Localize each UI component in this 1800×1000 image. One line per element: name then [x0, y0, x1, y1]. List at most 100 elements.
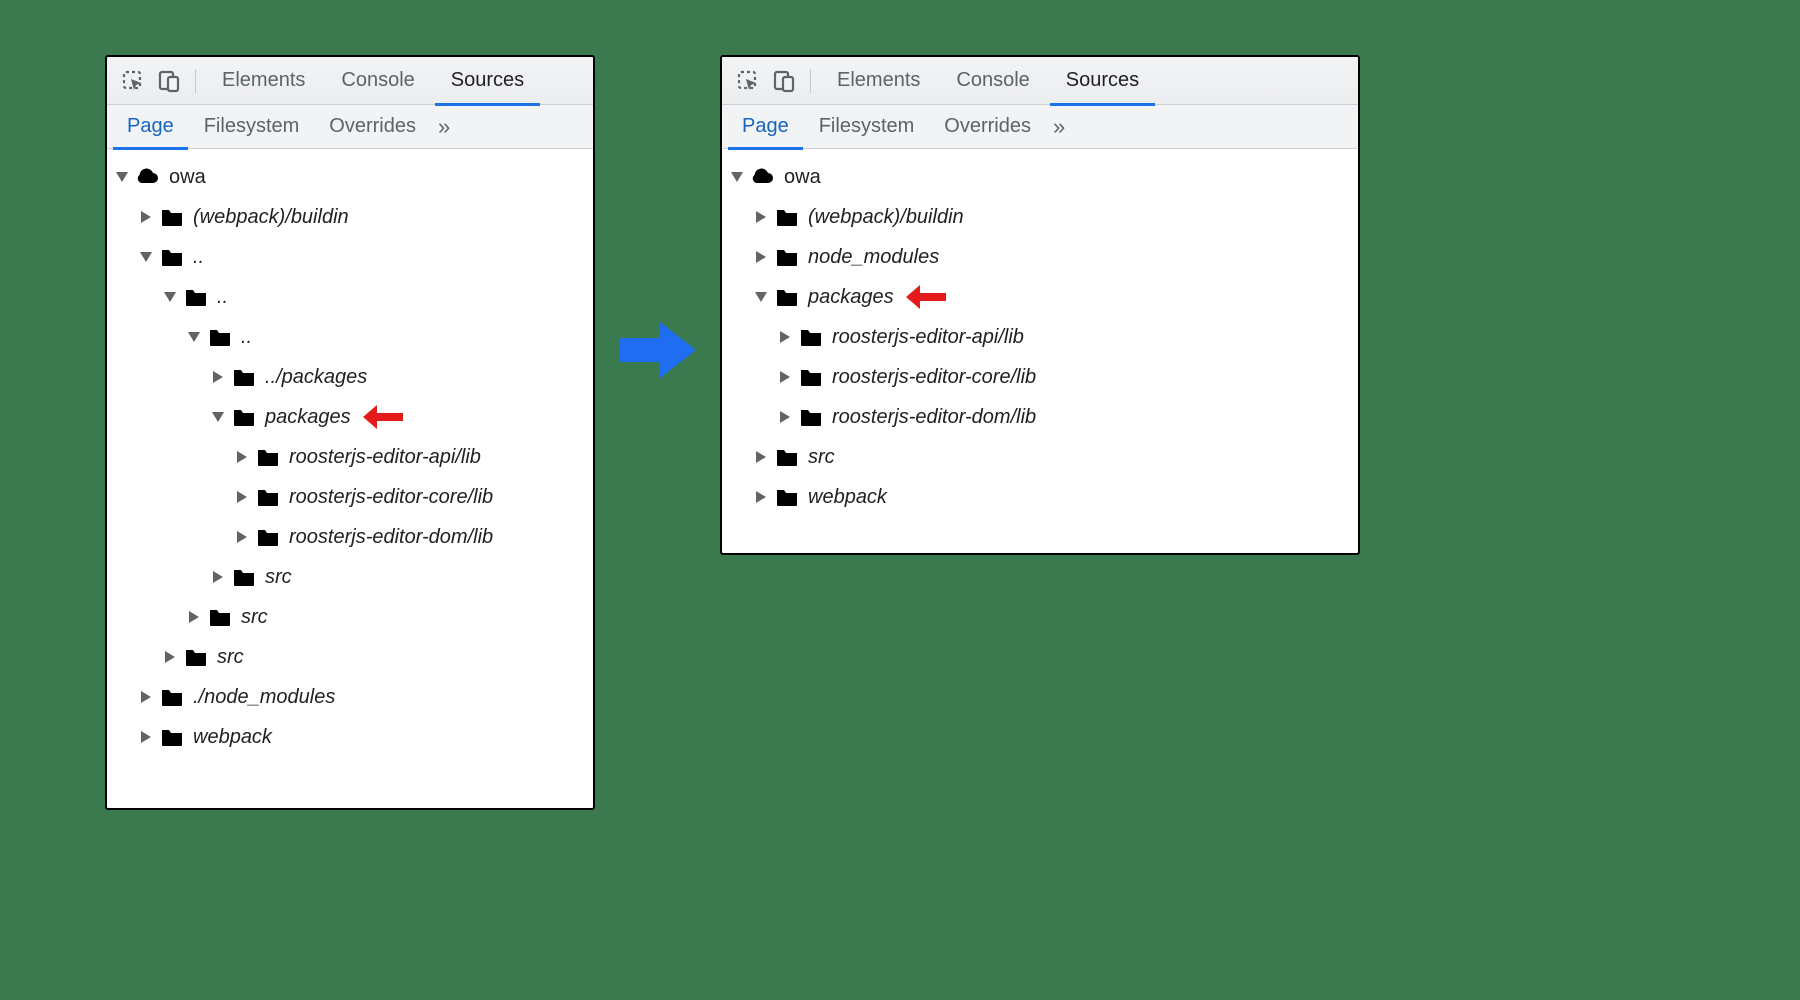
- chevron-right-icon[interactable]: [754, 250, 768, 264]
- sources-sub-tabs: Page Filesystem Overrides »: [107, 105, 593, 149]
- tree-row-dom[interactable]: roosterjs-editor-dom/lib: [115, 517, 585, 557]
- folder-icon: [159, 684, 185, 710]
- sub-tab-page[interactable]: Page: [728, 105, 803, 149]
- chevron-down-icon[interactable]: [730, 170, 744, 184]
- tree-item-label: webpack: [808, 486, 887, 509]
- tree-item-label: packages: [808, 286, 894, 309]
- tree-row-dotdot1[interactable]: ..: [115, 237, 585, 277]
- tree-item-label: (webpack)/buildin: [193, 206, 349, 229]
- tab-sources[interactable]: Sources: [1050, 57, 1155, 105]
- tree-item-label: ../packages: [265, 366, 367, 389]
- tree-row-dom[interactable]: roosterjs-editor-dom/lib: [730, 397, 1350, 437]
- tree-item-label: roosterjs-editor-dom/lib: [832, 406, 1036, 429]
- inspect-icon[interactable]: [117, 65, 149, 97]
- chevron-right-icon[interactable]: [187, 610, 201, 624]
- chevron-right-icon[interactable]: [211, 570, 225, 584]
- sub-tab-page[interactable]: Page: [113, 105, 188, 149]
- sub-tab-overrides-label: Overrides: [329, 115, 416, 138]
- chevron-right-icon[interactable]: [139, 690, 153, 704]
- tree-row-packages[interactable]: packages: [730, 277, 1350, 317]
- sub-tab-overrides-label: Overrides: [944, 115, 1031, 138]
- tree-row-webpack[interactable]: webpack: [730, 477, 1350, 517]
- transition-arrow-icon: [610, 315, 710, 385]
- more-tabs-icon[interactable]: »: [1047, 114, 1071, 140]
- devtools-after-panel: Elements Console Sources Page Filesystem…: [720, 55, 1360, 555]
- tab-sources[interactable]: Sources: [435, 57, 540, 105]
- tree-row-src3[interactable]: src: [115, 597, 585, 637]
- tree-row-core[interactable]: roosterjs-editor-core/lib: [115, 477, 585, 517]
- chevron-down-icon[interactable]: [139, 250, 153, 264]
- chevron-right-icon[interactable]: [235, 490, 249, 504]
- tree-row-node-modules[interactable]: node_modules: [730, 237, 1350, 277]
- tree-row-root[interactable]: owa: [730, 157, 1350, 197]
- tree-row-webpack-buildin[interactable]: (webpack)/buildin: [115, 197, 585, 237]
- tab-elements[interactable]: Elements: [206, 57, 321, 105]
- folder-icon: [255, 444, 281, 470]
- tree-row-root[interactable]: owa: [115, 157, 585, 197]
- tab-elements[interactable]: Elements: [821, 57, 936, 105]
- sub-tab-overrides[interactable]: Overrides: [315, 105, 430, 149]
- sub-tab-filesystem-label: Filesystem: [819, 115, 915, 138]
- chevron-down-icon[interactable]: [163, 290, 177, 304]
- inspect-icon[interactable]: [732, 65, 764, 97]
- chevron-right-icon[interactable]: [754, 210, 768, 224]
- tree-row-dotdot3[interactable]: ..: [115, 317, 585, 357]
- chevron-right-icon[interactable]: [778, 330, 792, 344]
- folder-icon: [231, 364, 257, 390]
- tree-item-label: src: [808, 446, 835, 469]
- more-tabs-icon[interactable]: »: [432, 114, 456, 140]
- folder-icon: [207, 604, 233, 630]
- folder-icon: [183, 284, 209, 310]
- tab-sources-label: Sources: [1066, 69, 1139, 92]
- tree-row-packages[interactable]: packages: [115, 397, 585, 437]
- chevron-down-icon[interactable]: [115, 170, 129, 184]
- chevron-right-icon[interactable]: [139, 210, 153, 224]
- folder-icon: [255, 524, 281, 550]
- chevron-right-icon[interactable]: [754, 450, 768, 464]
- tree-item-label: src: [265, 566, 292, 589]
- folder-icon: [159, 244, 185, 270]
- chevron-right-icon[interactable]: [235, 530, 249, 544]
- sub-tab-page-label: Page: [742, 115, 789, 138]
- chevron-right-icon[interactable]: [754, 490, 768, 504]
- tree-row-api[interactable]: roosterjs-editor-api/lib: [115, 437, 585, 477]
- tree-row-core[interactable]: roosterjs-editor-core/lib: [730, 357, 1350, 397]
- tree-row-src[interactable]: src: [730, 437, 1350, 477]
- folder-icon: [255, 484, 281, 510]
- sub-tab-filesystem[interactable]: Filesystem: [190, 105, 314, 149]
- folder-icon: [774, 484, 800, 510]
- chevron-right-icon[interactable]: [778, 370, 792, 384]
- chevron-right-icon[interactable]: [235, 450, 249, 464]
- sub-tab-overrides[interactable]: Overrides: [930, 105, 1045, 149]
- chevron-down-icon[interactable]: [187, 330, 201, 344]
- tree-row-src4[interactable]: src: [115, 557, 585, 597]
- sub-tab-filesystem[interactable]: Filesystem: [805, 105, 929, 149]
- device-toggle-icon[interactable]: [153, 65, 185, 97]
- file-tree-left: owa (webpack)/buildin .. .. .. ../packag…: [107, 149, 593, 771]
- device-toggle-icon[interactable]: [768, 65, 800, 97]
- top-tabs: Elements Console Sources: [722, 57, 1358, 105]
- chevron-right-icon[interactable]: [211, 370, 225, 384]
- tab-console[interactable]: Console: [940, 57, 1045, 105]
- tree-item-label: roosterjs-editor-api/lib: [832, 326, 1024, 349]
- tree-row-webpack-buildin[interactable]: (webpack)/buildin: [730, 197, 1350, 237]
- tree-row-api[interactable]: roosterjs-editor-api/lib: [730, 317, 1350, 357]
- tree-row-webpack[interactable]: webpack: [115, 717, 585, 757]
- tree-row-dotdot2[interactable]: ..: [115, 277, 585, 317]
- tree-row-src2[interactable]: src: [115, 637, 585, 677]
- tree-row-up-packages[interactable]: ../packages: [115, 357, 585, 397]
- chevron-right-icon[interactable]: [163, 650, 177, 664]
- divider: [810, 69, 811, 93]
- tree-item-label: src: [241, 606, 268, 629]
- tab-console[interactable]: Console: [325, 57, 430, 105]
- folder-icon: [798, 404, 824, 430]
- chevron-down-icon[interactable]: [754, 290, 768, 304]
- folder-icon: [231, 404, 257, 430]
- chevron-right-icon[interactable]: [778, 410, 792, 424]
- chevron-right-icon[interactable]: [139, 730, 153, 744]
- tree-row-node-modules[interactable]: ./node_modules: [115, 677, 585, 717]
- tree-root-label: owa: [169, 166, 206, 189]
- folder-icon: [798, 324, 824, 350]
- highlight-arrow-icon: [363, 401, 407, 433]
- chevron-down-icon[interactable]: [211, 410, 225, 424]
